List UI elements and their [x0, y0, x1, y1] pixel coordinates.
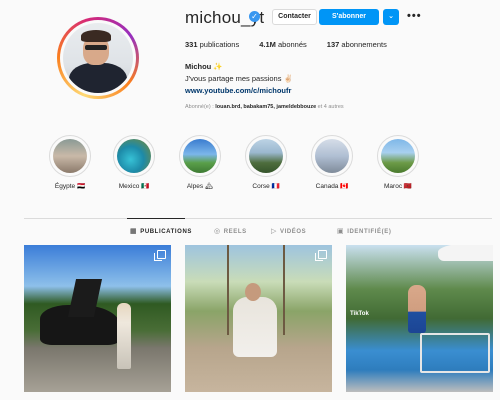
followers-count: 4.1M	[259, 40, 276, 49]
highlight-cover	[183, 139, 217, 173]
followed-by-prefix: Abonné(e) :	[185, 104, 216, 110]
highlight-corse[interactable]: Corse 🇫🇷	[244, 135, 288, 190]
verified-badge-icon: ✓	[249, 11, 260, 22]
avatar-hair	[81, 30, 111, 42]
highlight-ring	[179, 135, 221, 177]
avatar-hoodie	[69, 63, 127, 93]
posts-count: 331	[185, 40, 198, 49]
post-tile[interactable]: TikTok	[346, 245, 493, 392]
avatar-glasses	[85, 45, 107, 50]
followers-label: abonnés	[278, 40, 307, 49]
profile-avatar[interactable]	[57, 17, 139, 99]
tab-label: IDENTIFIÉ(E)	[347, 228, 392, 235]
profile-stats: 331 publications 4.1M abonnés 137 abonne…	[185, 40, 387, 49]
tiktok-watermark: TikTok	[350, 311, 369, 317]
highlight-egypte[interactable]: Égypte 🇪🇬	[48, 135, 92, 190]
followed-by-suffix: et 4 autres	[316, 104, 344, 110]
highlight-ring	[311, 135, 353, 177]
tab-label: REELS	[223, 228, 247, 235]
tab-publications[interactable]: ▦ PUBLICATIONS	[130, 228, 192, 235]
tab-videos[interactable]: ▷ VIDÉOS	[271, 228, 306, 235]
video-icon: ▷	[271, 228, 277, 235]
profile-full-name: Michou ✨	[185, 62, 223, 71]
highlight-cover	[117, 139, 151, 173]
active-tab-indicator	[127, 218, 185, 219]
post-tile[interactable]	[185, 245, 332, 392]
tab-label: PUBLICATIONS	[140, 228, 192, 235]
bio-text: J'vous partage mes passions	[185, 74, 282, 83]
contact-button[interactable]: Contacter	[272, 9, 317, 25]
highlight-canada[interactable]: Canada 🇨🇦	[310, 135, 354, 190]
post-person-shape	[408, 285, 426, 333]
post-chair-shape	[420, 333, 490, 373]
full-name-text: Michou	[185, 62, 212, 71]
followers-stat[interactable]: 4.1M abonnés	[259, 40, 307, 49]
profile-website-link[interactable]: www.youtube.com/c/michoufr	[185, 86, 291, 95]
highlight-label: Alpes 🏔	[186, 183, 214, 190]
sparkles-emoji: ✨	[213, 62, 223, 71]
tab-tagged[interactable]: ▣ IDENTIFIÉ(E)	[337, 228, 391, 235]
highlight-ring	[377, 135, 419, 177]
reels-icon: ◎	[214, 228, 221, 235]
highlight-label: Maroc 🇲🇦	[384, 183, 412, 190]
followed-by-names: louan.brd, babakam75, jameldebbouze	[215, 104, 317, 110]
tab-reels[interactable]: ◎ REELS	[214, 228, 247, 235]
highlight-label: Mexico 🇲🇽	[118, 183, 150, 190]
avatar-inner	[60, 20, 136, 96]
highlight-label: Canada 🇨🇦	[315, 183, 349, 190]
highlight-ring	[49, 135, 91, 177]
post-tile[interactable]	[24, 245, 171, 392]
post-umbrella-shape	[438, 245, 493, 261]
profile-bio: J'vous partage mes passions ✌🏻	[185, 74, 293, 83]
highlight-cover	[381, 139, 415, 173]
post-person-shape	[233, 297, 277, 357]
tab-label: VIDÉOS	[279, 228, 307, 235]
following-stat[interactable]: 137 abonnements	[327, 40, 387, 49]
grid-icon: ▦	[130, 228, 138, 235]
highlight-cover	[249, 139, 283, 173]
victory-hand-emoji: ✌🏻	[283, 74, 293, 83]
post-person-shape	[117, 303, 131, 369]
highlight-label: Corse 🇫🇷	[252, 183, 280, 190]
highlight-label: Égypte 🇪🇬	[54, 183, 86, 190]
post-rope-shape	[283, 245, 285, 335]
tagged-icon: ▣	[337, 228, 345, 235]
followed-by[interactable]: Abonné(e) : louan.brd, babakam75, jameld…	[185, 104, 344, 110]
post-rope-shape	[227, 245, 229, 335]
highlight-maroc[interactable]: Maroc 🇲🇦	[376, 135, 420, 190]
highlight-ring	[113, 135, 155, 177]
carousel-icon	[154, 250, 166, 261]
post-head-shape	[245, 283, 261, 301]
highlight-ring	[245, 135, 287, 177]
following-count: 137	[326, 40, 340, 49]
follow-button[interactable]: S'abonner	[319, 9, 379, 25]
tabs-divider	[24, 218, 492, 219]
avatar-photo	[63, 23, 133, 93]
posts-label: publications	[199, 40, 240, 49]
posts-stat: 331 publications	[185, 40, 239, 49]
highlight-alpes[interactable]: Alpes 🏔	[178, 135, 222, 190]
options-button[interactable]: •••	[407, 9, 422, 23]
highlight-mexico[interactable]: Mexico 🇲🇽	[112, 135, 156, 190]
suggested-accounts-button[interactable]: ⌄	[383, 9, 399, 25]
highlight-cover	[315, 139, 349, 173]
highlight-cover	[53, 139, 87, 173]
carousel-icon	[315, 250, 327, 261]
following-label: abonnements	[341, 40, 387, 49]
chevron-down-icon: ⌄	[388, 13, 394, 20]
